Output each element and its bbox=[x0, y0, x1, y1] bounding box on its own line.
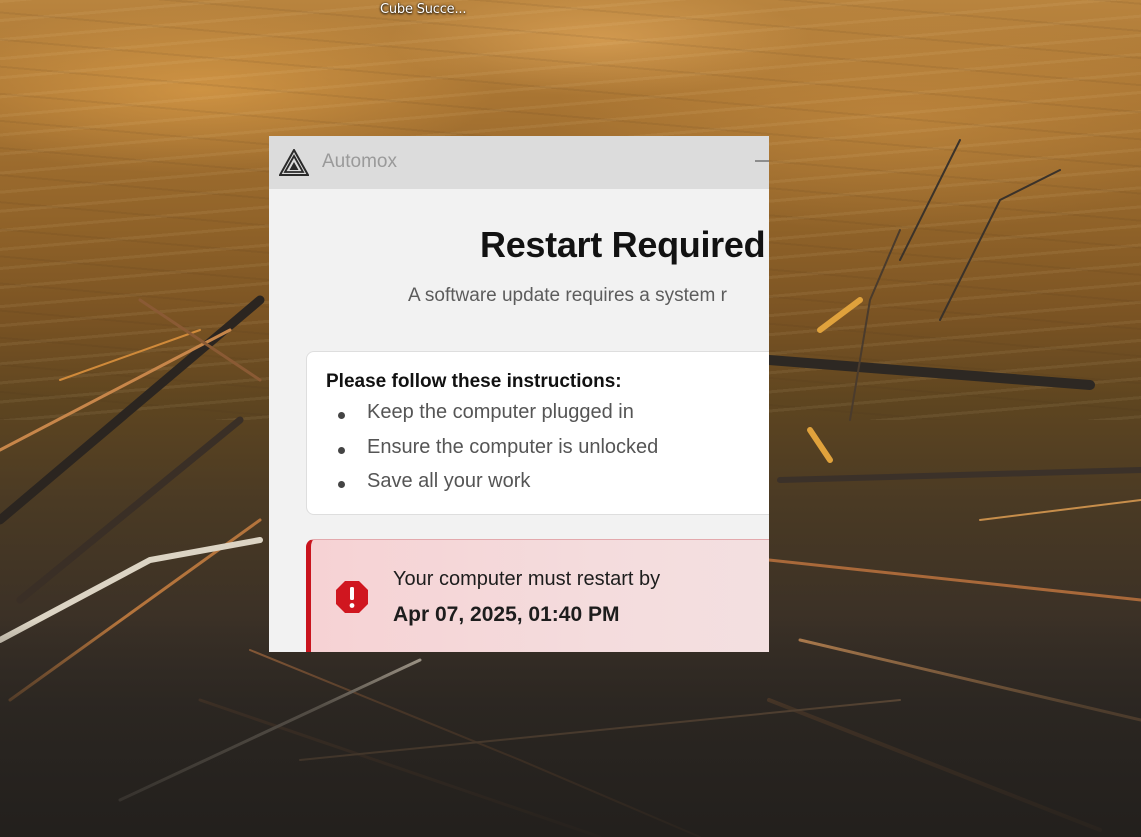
instruction-text: Save all your work bbox=[367, 470, 531, 492]
bullet-icon bbox=[338, 446, 345, 454]
restart-dialog: Automox Restart Required A software upda… bbox=[269, 136, 769, 652]
instructions-card: Please follow these instructions: Keep t… bbox=[306, 351, 769, 515]
bullet-icon bbox=[338, 412, 345, 419]
bullet-icon bbox=[338, 481, 345, 488]
wallpaper-mud bbox=[0, 620, 1141, 837]
deadline-message: Your computer must restart by bbox=[393, 568, 661, 590]
restart-deadline-alert: Your computer must restart by Apr 07, 20… bbox=[306, 539, 769, 652]
instruction-text: Ensure the computer is unlocked bbox=[367, 435, 659, 458]
automox-logo-icon bbox=[278, 147, 310, 176]
desktop-icon-label[interactable]: Cube Succe... bbox=[380, 2, 466, 17]
dialog-heading: Restart Required bbox=[480, 224, 766, 265]
deadline-datetime: Apr 07, 2025, 01:40 PM bbox=[393, 603, 620, 626]
alert-octagon-icon bbox=[335, 580, 369, 614]
app-title: Automox bbox=[322, 151, 397, 172]
dialog-titlebar[interactable]: Automox bbox=[269, 136, 769, 189]
instruction-text: Keep the computer plugged in bbox=[367, 401, 634, 423]
minimize-icon[interactable] bbox=[755, 160, 769, 162]
dialog-subheading: A software update requires a system r bbox=[408, 285, 727, 306]
instructions-heading: Please follow these instructions: bbox=[326, 371, 622, 392]
